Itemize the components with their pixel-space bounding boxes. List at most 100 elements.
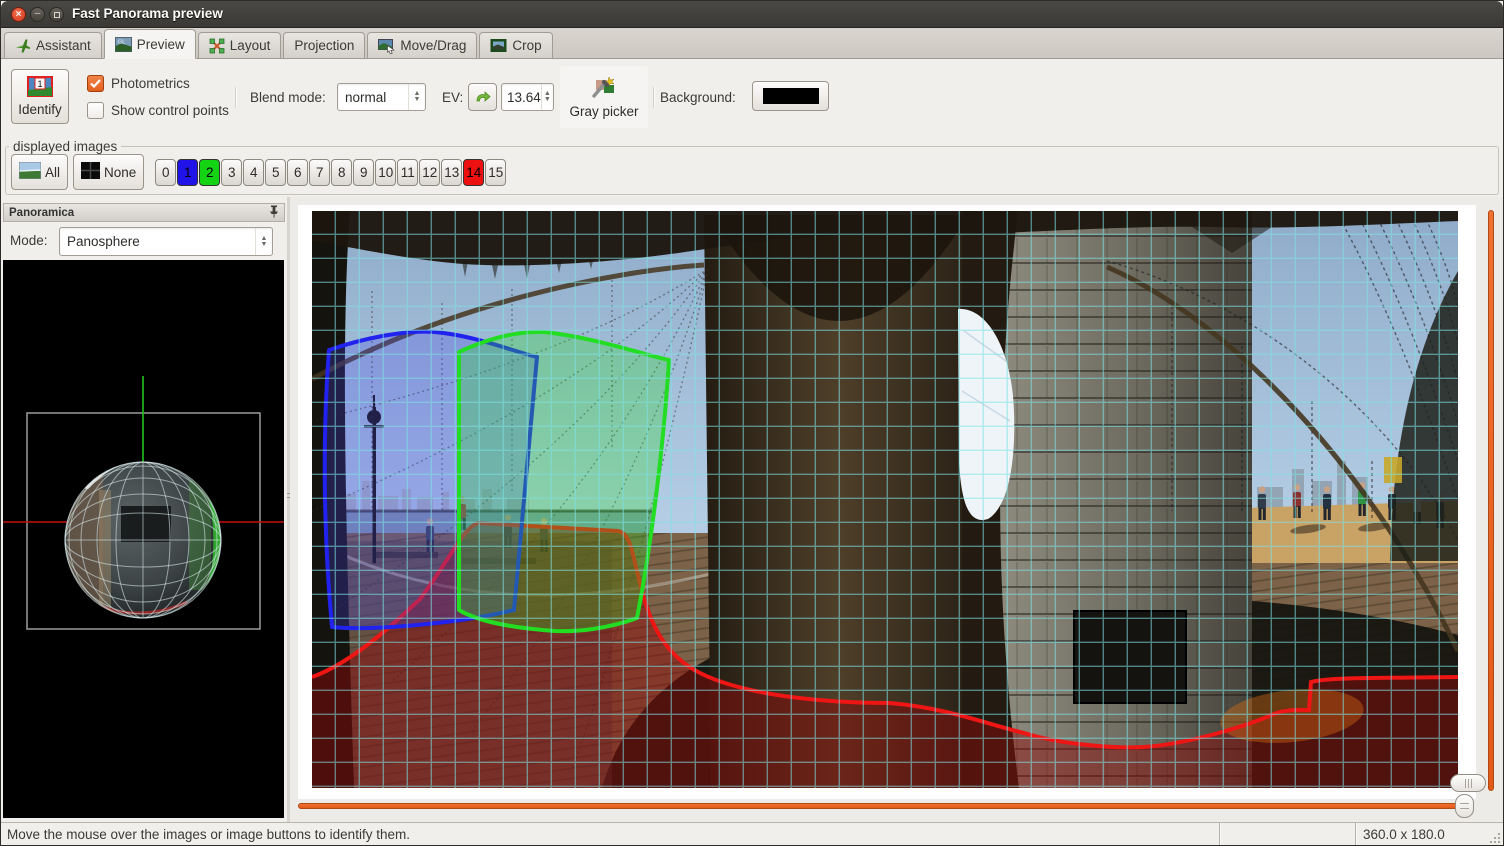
photometrics-label: Photometrics — [111, 76, 190, 91]
show-all-images-button[interactable]: All — [11, 154, 68, 190]
background-label: Background: — [660, 90, 736, 105]
panorama-preview-image[interactable] — [312, 211, 1458, 788]
mode-label: Mode: — [10, 233, 48, 248]
horizontal-slider-handle[interactable] — [1455, 794, 1474, 818]
image-toggle-4[interactable]: 4 — [243, 159, 264, 186]
image-toggle-15[interactable]: 15 — [485, 159, 506, 186]
tab-assistant[interactable]: Assistant — [4, 32, 102, 58]
blend-mode-value: normal — [338, 90, 408, 105]
pano-size-value: 360.0 x 180.0 — [1355, 823, 1487, 846]
vertical-pan-slider[interactable] — [1488, 210, 1494, 791]
spinner-arrows-icon[interactable]: ▲▼ — [408, 84, 425, 110]
mode-select[interactable]: Panosphere ▲▼ — [59, 227, 273, 256]
ev-value: 13.64 — [502, 90, 541, 105]
tab-preview[interactable]: GL Preview — [104, 29, 196, 59]
toolbar: 1 Identify Photometrics Show control poi… — [1, 59, 1503, 135]
gray-picker-label: Gray picker — [569, 104, 638, 119]
status-bar: Move the mouse over the images or image … — [1, 822, 1503, 846]
tab-label: Assistant — [36, 38, 91, 53]
status-cell-empty — [1219, 823, 1355, 846]
toolbar-separator — [235, 87, 236, 108]
image-toggle-2[interactable]: 2 — [199, 159, 220, 186]
show-no-images-button[interactable]: None — [73, 154, 144, 190]
layout-icon — [209, 38, 225, 54]
identify-label: Identify — [18, 102, 62, 117]
panosphere-panel-title: Panoramica — [9, 207, 74, 219]
none-label: None — [104, 165, 136, 180]
tab-layout[interactable]: Layout — [198, 32, 282, 58]
tab-crop[interactable]: Crop — [479, 32, 552, 58]
vertical-slider-handle[interactable] — [1450, 774, 1486, 792]
tab-move-drag[interactable]: Move/Drag — [367, 32, 477, 58]
tab-bar: Assistant GL Preview Layout Projection Move/D… — [1, 28, 1503, 59]
projection-grid-overlay — [312, 211, 1458, 788]
image-toggle-10[interactable]: 10 — [375, 159, 396, 186]
gray-picker-button[interactable]: Gray picker — [560, 66, 648, 128]
image-toggle-3[interactable]: 3 — [221, 159, 242, 186]
status-message: Move the mouse over the images or image … — [1, 827, 1219, 842]
titlebar[interactable]: × – Fast Panorama preview — [1, 1, 1503, 28]
tab-label: Preview — [137, 37, 185, 52]
no-images-icon — [81, 162, 100, 182]
identify-icon: 1 — [27, 76, 53, 100]
green-arrow-icon — [475, 89, 491, 106]
all-images-icon — [19, 162, 41, 182]
close-button[interactable]: × — [11, 7, 26, 22]
panosphere-panel-header: Panoramica — [3, 203, 285, 222]
preview-icon: GL — [115, 37, 132, 52]
main-area: Panoramica Mode: Panosphere ▲▼ — [1, 197, 1503, 822]
tab-label: Move/Drag — [400, 38, 466, 53]
blend-mode-select[interactable]: normal ▲▼ — [337, 83, 426, 111]
background-color-swatch — [763, 88, 819, 104]
image-toggle-0[interactable]: 0 — [155, 159, 176, 186]
spinner-arrows-icon[interactable]: ▲▼ — [255, 228, 272, 255]
ev-reset-button[interactable] — [468, 83, 497, 111]
resize-grip[interactable] — [1487, 823, 1503, 846]
show-control-points-label: Show control points — [111, 103, 229, 118]
panosphere-canvas[interactable] — [3, 260, 284, 818]
image-toggle-9[interactable]: 9 — [353, 159, 374, 186]
tab-label: Projection — [294, 38, 354, 53]
image-toggle-14[interactable]: 14 — [463, 159, 484, 186]
movedrag-icon — [378, 38, 395, 54]
window-controls: × – — [11, 7, 64, 22]
identify-button[interactable]: 1 Identify — [11, 69, 69, 124]
maximize-button[interactable] — [49, 7, 64, 22]
gray-picker-icon — [592, 76, 616, 101]
assistant-icon — [15, 38, 31, 54]
displayed-images-section: displayed images All None 01234567891011… — [1, 135, 1503, 197]
image-toggle-8[interactable]: 8 — [331, 159, 352, 186]
all-label: All — [45, 165, 60, 180]
tab-label: Layout — [230, 38, 271, 53]
image-toggle-buttons: 0123456789101112131415 — [155, 159, 506, 186]
svg-text:1: 1 — [37, 79, 42, 89]
ev-spinbox[interactable]: 13.64 ▲▼ — [501, 83, 554, 111]
image-toggle-11[interactable]: 11 — [397, 159, 418, 186]
tab-projection[interactable]: Projection — [283, 32, 365, 58]
window-title: Fast Panorama preview — [72, 1, 223, 27]
blend-mode-label: Blend mode: — [250, 90, 326, 105]
horizontal-pan-slider[interactable] — [298, 803, 1472, 809]
pin-icon[interactable] — [269, 205, 279, 221]
mode-value: Panosphere — [60, 234, 255, 249]
image-toggle-13[interactable]: 13 — [441, 159, 462, 186]
preview-panel — [290, 197, 1503, 822]
toolbar-separator — [653, 87, 654, 108]
ev-label: EV: — [442, 90, 463, 105]
displayed-images-label: displayed images — [9, 139, 121, 154]
image-toggle-6[interactable]: 6 — [287, 159, 308, 186]
spinner-arrows-icon[interactable]: ▲▼ — [541, 84, 553, 110]
image-toggle-12[interactable]: 12 — [419, 159, 440, 186]
show-control-points-checkbox[interactable]: Show control points — [87, 102, 229, 119]
photometrics-checkbox[interactable]: Photometrics — [87, 75, 190, 92]
background-color-button[interactable] — [752, 81, 829, 111]
image-toggle-1[interactable]: 1 — [177, 159, 198, 186]
tab-label: Crop — [512, 38, 541, 53]
checkbox-unchecked-icon — [87, 102, 104, 119]
fast-panorama-preview-window: × – Fast Panorama preview Assistant GL Pre… — [0, 0, 1504, 846]
minimize-button[interactable]: – — [30, 7, 45, 22]
image-toggle-5[interactable]: 5 — [265, 159, 286, 186]
checkbox-checked-icon — [87, 75, 104, 92]
image-toggle-7[interactable]: 7 — [309, 159, 330, 186]
mode-row: Mode: Panosphere ▲▼ — [3, 223, 285, 260]
